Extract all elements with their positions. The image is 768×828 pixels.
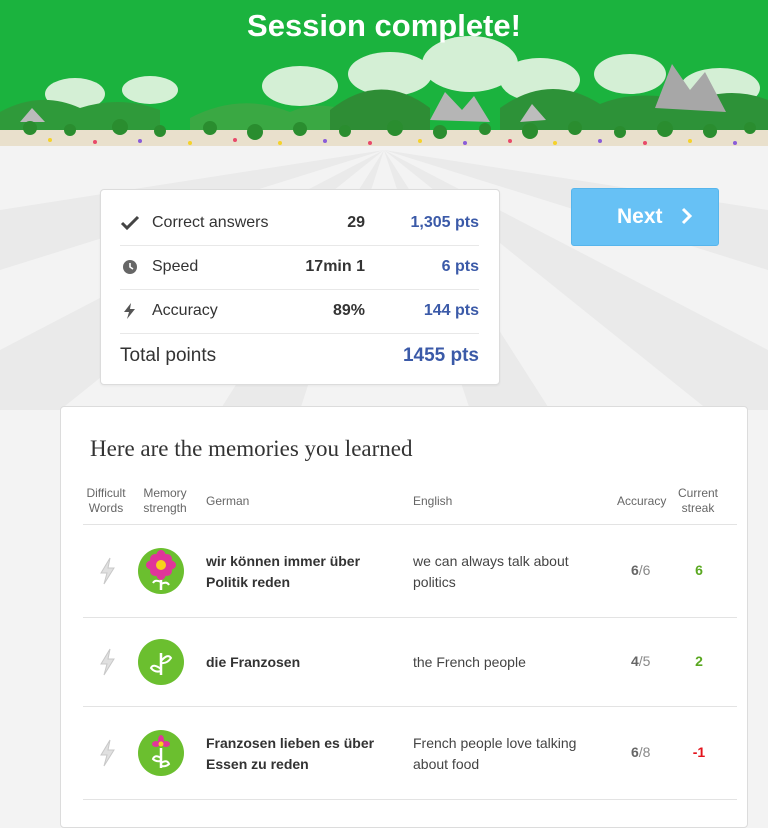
difficult-word-toggle-icon[interactable]	[97, 647, 117, 677]
difficult-word-toggle-icon[interactable]	[97, 738, 117, 768]
stat-row-correct-answers: Correct answers 29 1,305 pts	[120, 201, 479, 246]
memory-row: wir können immer über Politik reden we c…	[83, 525, 737, 618]
accuracy-total: /5	[638, 653, 651, 669]
accuracy-cell: 6/8	[631, 744, 650, 760]
memory-row: die Franzosen the French people 4/5 2	[83, 618, 737, 707]
difficult-word-toggle-icon[interactable]	[97, 556, 117, 586]
stat-row-speed: Speed 17min 1 6 pts	[120, 245, 479, 290]
total-points-row: Total points 1455 pts	[120, 345, 479, 367]
sprout-icon	[138, 639, 184, 685]
stat-label: Speed	[152, 258, 199, 275]
memories-panel: Here are the memories you learned Diffic…	[60, 406, 748, 828]
memories-title: Here are the memories you learned	[90, 436, 413, 461]
total-label: Total points	[120, 345, 217, 366]
header-memory-strength: Memory strength	[143, 486, 187, 515]
stat-label: Accuracy	[152, 302, 218, 319]
header-difficult-words: Difficult Words	[86, 486, 126, 515]
stat-value: 89%	[332, 302, 365, 319]
german-phrase: die Franzosen	[206, 654, 301, 670]
stat-label: Correct answers	[152, 214, 269, 231]
total-value: 1455 pts	[402, 345, 479, 366]
accuracy-total: /8	[638, 744, 651, 760]
next-button[interactable]: Next	[571, 188, 719, 246]
english-phrase: we can always talk about politics	[413, 553, 569, 590]
clock-icon	[123, 260, 137, 274]
german-phrase: Franzosen lieben es über Essen zu reden	[206, 735, 375, 772]
lightning-icon	[124, 303, 135, 319]
bud-icon	[138, 730, 184, 776]
checkmark-icon	[120, 215, 140, 231]
english-phrase: the French people	[413, 654, 526, 670]
streak-value: 2	[695, 653, 703, 669]
accuracy-correct: 4	[631, 653, 639, 669]
accuracy-correct: 6	[631, 562, 639, 578]
stat-points: 144 pts	[423, 302, 479, 319]
stat-points: 1,305 pts	[410, 214, 479, 231]
next-button-label: Next	[617, 205, 663, 228]
chevron-right-icon	[681, 207, 693, 225]
german-phrase: wir können immer über Politik reden	[206, 553, 361, 590]
accuracy-cell: 4/5	[631, 653, 650, 669]
stat-value: 29	[347, 214, 365, 231]
stat-points: 6 pts	[441, 258, 479, 275]
english-phrase: French people love talking about food	[413, 735, 577, 772]
memory-row: Franzosen lieben es über Essen zu reden …	[83, 707, 737, 800]
session-stats-card: Correct answers 29 1,305 pts Speed 17min…	[100, 189, 500, 385]
flower-full-icon	[138, 548, 184, 594]
header-german: German	[206, 494, 250, 508]
page-title: Session complete!	[247, 8, 521, 43]
header-accuracy: Accuracy	[617, 494, 667, 508]
accuracy-correct: 6	[631, 744, 639, 760]
stat-value: 17min 1	[305, 258, 365, 275]
header-english: English	[413, 494, 453, 508]
streak-value: 6	[695, 562, 703, 578]
streak-value: -1	[692, 744, 706, 760]
header-current-streak: Current streak	[677, 486, 718, 515]
header-banner: Session complete!	[0, 0, 768, 160]
accuracy-cell: 6/6	[631, 562, 650, 578]
accuracy-total: /6	[638, 562, 651, 578]
stat-row-accuracy: Accuracy 89% 144 pts	[120, 289, 479, 334]
